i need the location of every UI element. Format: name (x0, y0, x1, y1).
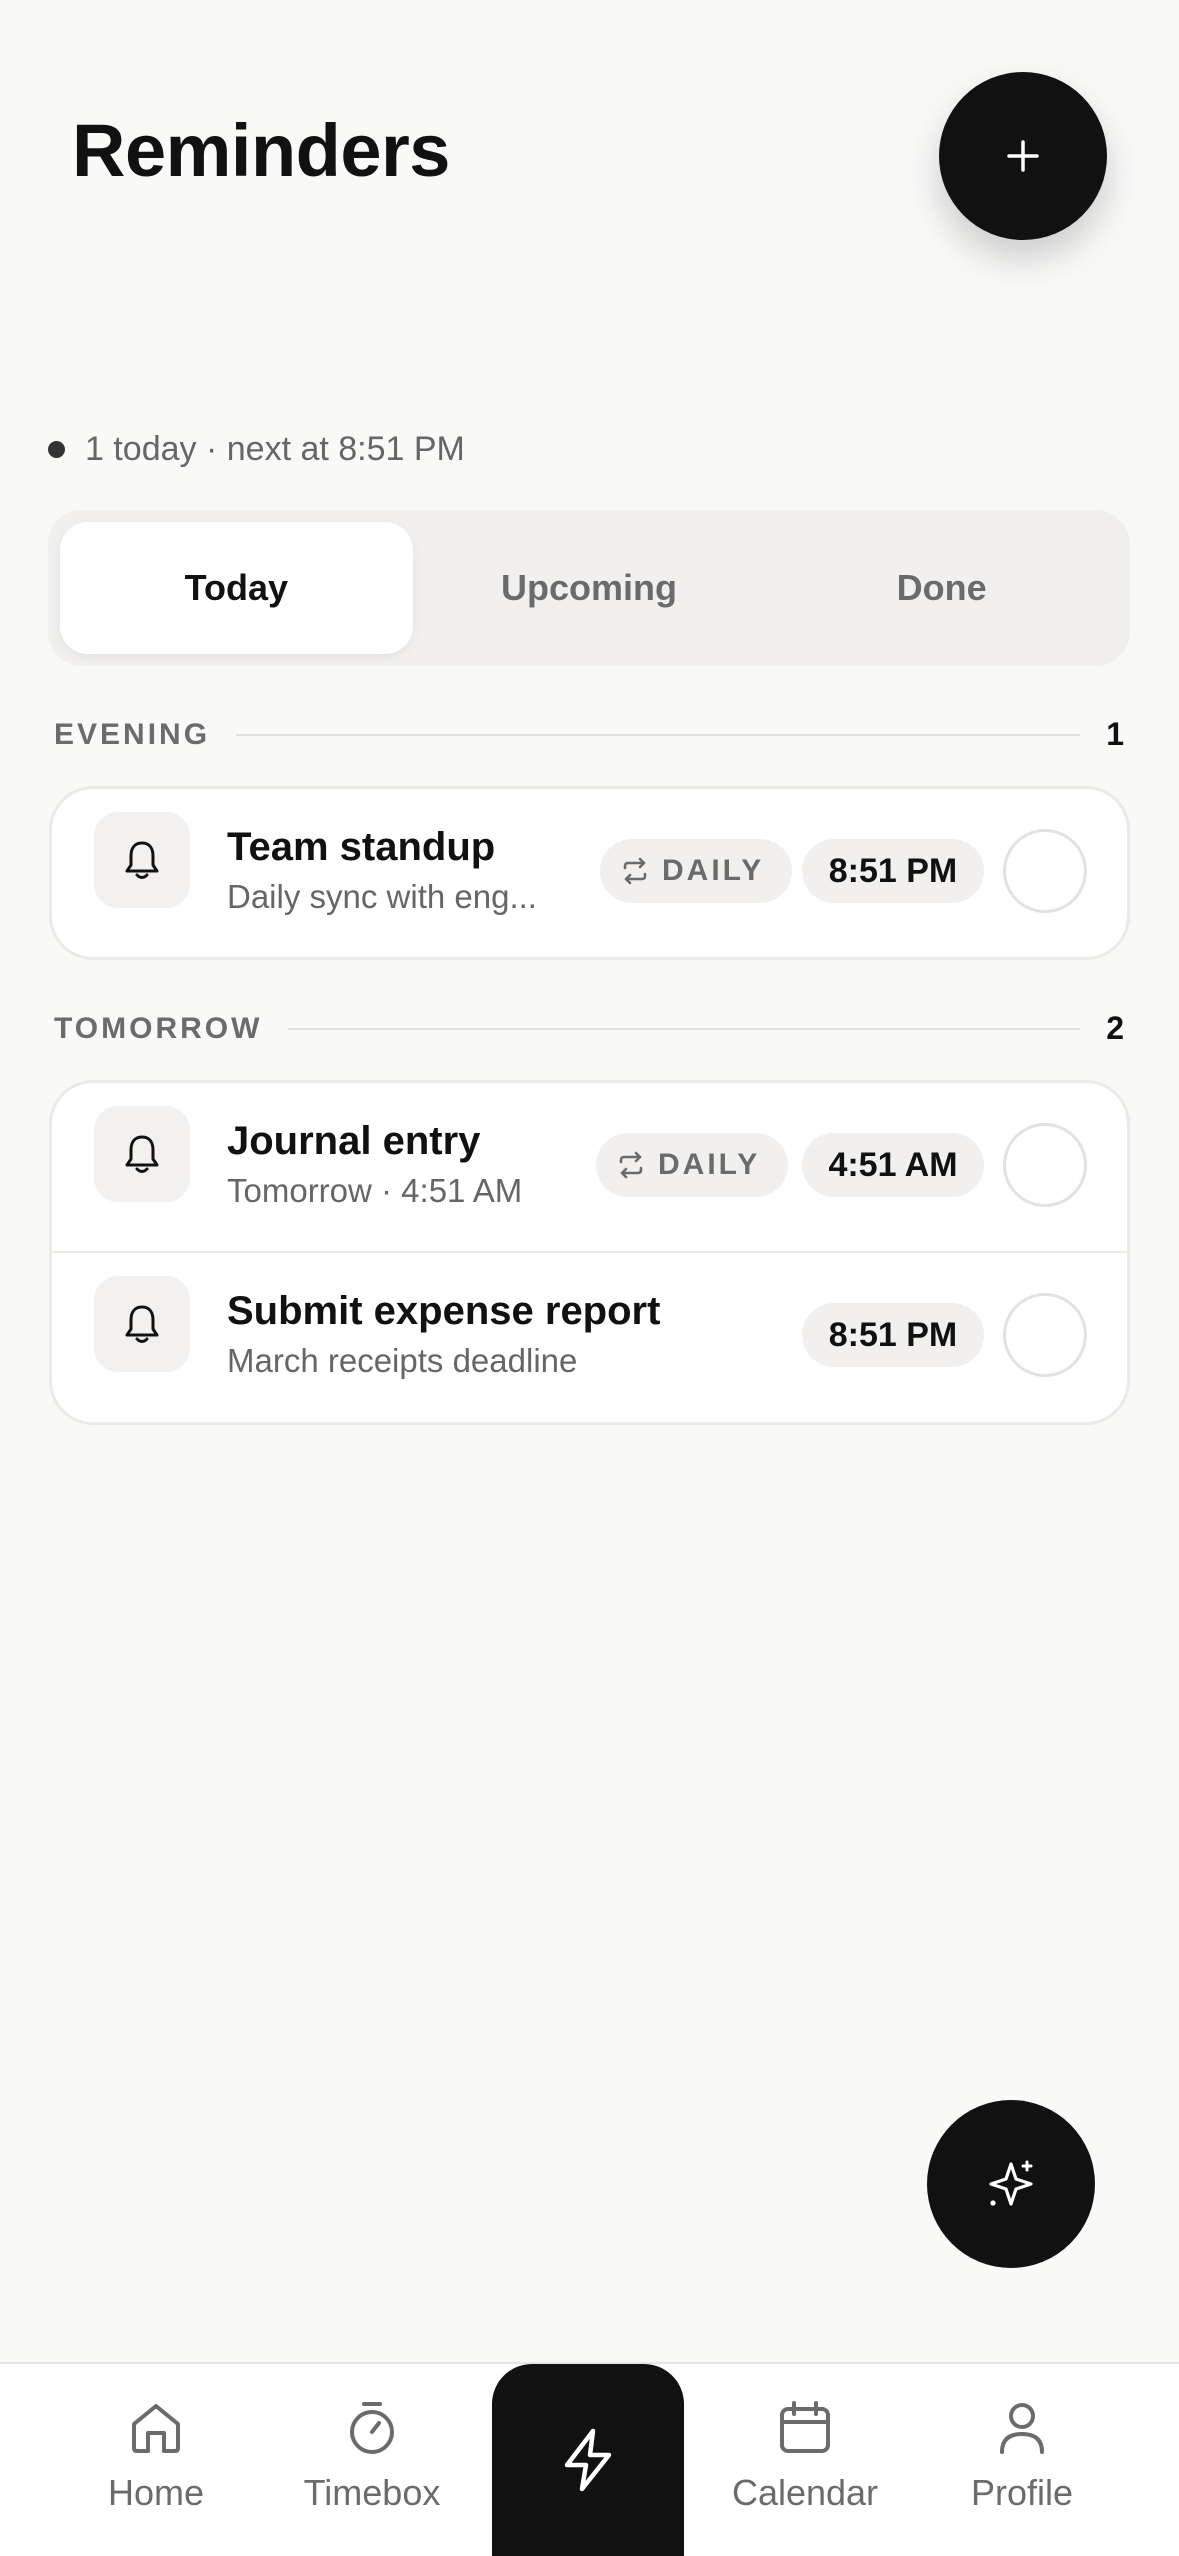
reminder-title: Team standup (227, 825, 496, 869)
page-title: Reminders (72, 109, 450, 192)
repeat-badge: DAILY (596, 1133, 789, 1197)
status-text: 1 today · next at 8:51 PM (85, 430, 465, 468)
section-divider (236, 733, 1081, 736)
tab-done[interactable]: Done (765, 522, 1118, 654)
complete-checkbox[interactable] (1003, 1293, 1087, 1377)
ai-assistant-button[interactable] (927, 2100, 1095, 2268)
section-divider (288, 1027, 1081, 1030)
stopwatch-icon (350, 2402, 394, 2454)
reminder-title: Submit expense report (227, 1289, 661, 1333)
repeat-label: DAILY (658, 1148, 761, 1181)
segmented-control: Today Upcoming Done (48, 510, 1130, 666)
time-badge: 8:51 PM (802, 839, 984, 903)
reminder-row[interactable]: Submit expense report March receipts dea… (52, 1251, 1127, 1419)
tab-profile[interactable]: Profile (922, 2398, 1122, 2514)
add-reminder-button[interactable] (939, 72, 1107, 240)
tab-label: Timebox (303, 2472, 441, 2513)
bell-icon (94, 1106, 190, 1202)
reminder-title: Journal entry (227, 1119, 481, 1163)
reminder-row[interactable]: Team standup Daily sync with eng... DAIL… (52, 789, 1127, 957)
plus-icon (1007, 140, 1039, 172)
tab-home[interactable]: Home (56, 2398, 256, 2514)
time-badge: 8:51 PM (802, 1303, 984, 1367)
sparkles-icon (989, 2160, 1033, 2206)
complete-checkbox[interactable] (1003, 829, 1087, 913)
lightning-icon (564, 2428, 612, 2492)
reminder-card-tomorrow: Journal entry Tomorrow · 4:51 AM DAILY 4… (49, 1080, 1130, 1425)
person-icon (1000, 2403, 1044, 2454)
reminder-card-evening: Team standup Daily sync with eng... DAIL… (49, 786, 1130, 960)
tab-label: Profile (970, 2472, 1074, 2513)
complete-checkbox[interactable] (1003, 1123, 1087, 1207)
section-header-tomorrow: TOMORROW 2 (54, 1010, 1124, 1047)
home-icon (132, 2404, 180, 2453)
section-header-evening: EVENING 1 (54, 716, 1124, 753)
tab-label: Home (107, 2472, 205, 2513)
reminders-screen: Reminders 1 today · next at 8:51 PM Toda… (0, 0, 1179, 2556)
section-count: 2 (1106, 1010, 1124, 1046)
reminder-row[interactable]: Journal entry Tomorrow · 4:51 AM DAILY 4… (52, 1083, 1127, 1251)
tab-timebox[interactable]: Timebox (272, 2398, 472, 2514)
bell-icon (94, 1276, 190, 1372)
repeat-label: DAILY (662, 854, 765, 887)
status-dot (48, 441, 65, 458)
reminder-subtitle: March receipts deadline (227, 1342, 578, 1379)
section-label: EVENING (54, 717, 211, 751)
repeat-badge: DAILY (600, 839, 793, 903)
section-label: TOMORROW (54, 1011, 263, 1045)
tab-calendar[interactable]: Calendar (705, 2398, 905, 2514)
calendar-icon (780, 2401, 830, 2453)
status-summary: 1 today · next at 8:51 PM (48, 430, 465, 469)
tab-upcoming[interactable]: Upcoming (413, 522, 766, 654)
reminder-subtitle: Tomorrow · 4:51 AM (227, 1172, 523, 1209)
tab-label: Calendar (731, 2472, 879, 2513)
quick-action-button[interactable] (492, 2364, 684, 2556)
time-badge: 4:51 AM (802, 1133, 984, 1197)
tab-today[interactable]: Today (60, 522, 413, 654)
section-count: 1 (1106, 716, 1124, 752)
repeat-icon (623, 857, 647, 885)
bell-icon (94, 812, 190, 908)
reminder-subtitle: Daily sync with eng... (227, 878, 537, 915)
repeat-icon (619, 1151, 643, 1179)
